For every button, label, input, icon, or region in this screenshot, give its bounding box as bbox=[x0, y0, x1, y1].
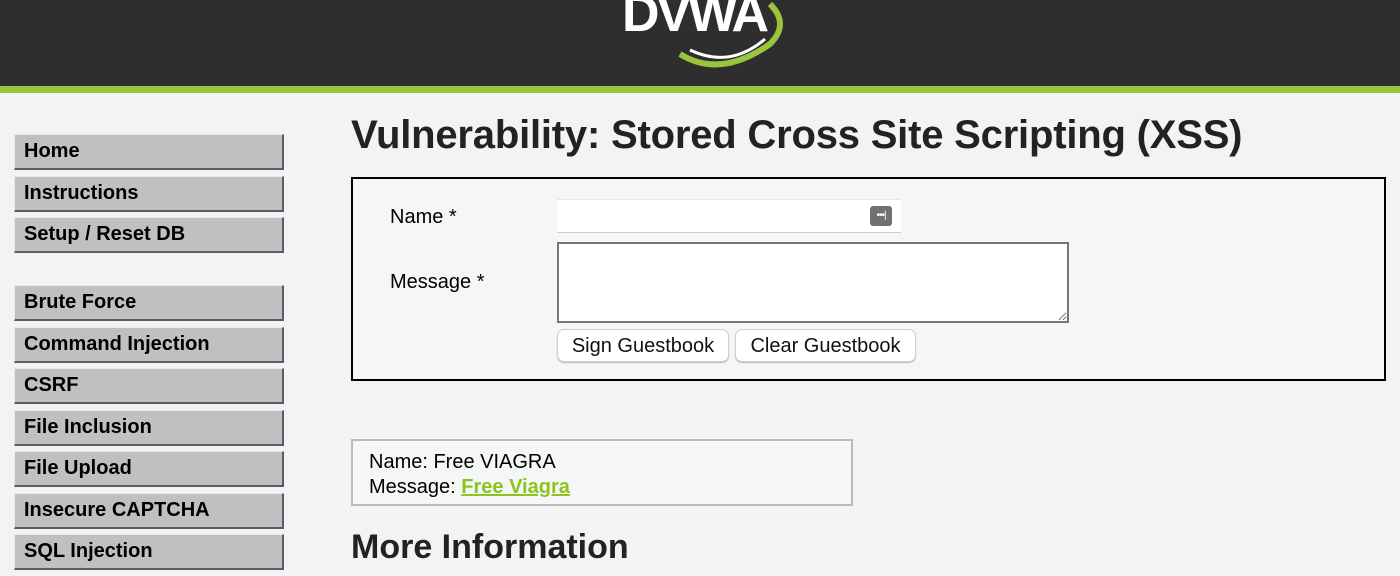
guestbook-form: Name * •••| Message * Sign Guestbook Cle… bbox=[351, 177, 1386, 381]
main-menu: Home Instructions Setup / Reset DB bbox=[14, 134, 284, 259]
page-title: Vulnerability: Stored Cross Site Scripti… bbox=[351, 113, 1243, 157]
clear-guestbook-button[interactable]: Clear Guestbook bbox=[735, 329, 916, 362]
menu-item-setup[interactable]: Setup / Reset DB bbox=[14, 217, 284, 253]
header: DVWA bbox=[0, 0, 1400, 86]
sign-guestbook-button[interactable]: Sign Guestbook bbox=[557, 329, 729, 362]
entry-name: Name: Free VIAGRA bbox=[369, 451, 556, 473]
menu-item-command-injection[interactable]: Command Injection bbox=[14, 326, 284, 363]
guestbook-entry: Name: Free VIAGRA Message: Free Viagra bbox=[351, 439, 853, 506]
name-label: Name * bbox=[390, 206, 457, 228]
password-manager-icon[interactable]: •••| bbox=[870, 206, 892, 226]
message-textarea[interactable] bbox=[557, 242, 1069, 323]
entry-message-prefix: Message: bbox=[369, 476, 462, 498]
menu-item-file-inclusion[interactable]: File Inclusion bbox=[14, 409, 284, 446]
menu-item-insecure-captcha[interactable]: Insecure CAPTCHA bbox=[14, 492, 284, 529]
menu-item-brute-force[interactable]: Brute Force bbox=[14, 285, 284, 321]
name-input[interactable]: •••| bbox=[557, 199, 901, 233]
more-information-heading: More Information bbox=[351, 528, 629, 566]
menu-item-home[interactable]: Home bbox=[14, 134, 284, 170]
menu-item-sql-injection[interactable]: SQL Injection bbox=[14, 534, 284, 570]
logo-text: DVWA bbox=[622, 0, 769, 43]
menu-item-file-upload[interactable]: File Upload bbox=[14, 451, 284, 487]
header-accent-bar bbox=[0, 86, 1400, 93]
vulnerability-menu: Brute Force Command Injection CSRF File … bbox=[14, 285, 284, 576]
menu-item-csrf[interactable]: CSRF bbox=[14, 368, 284, 404]
message-label: Message * bbox=[390, 271, 485, 293]
entry-message-link[interactable]: Free Viagra bbox=[461, 476, 570, 498]
menu-item-instructions[interactable]: Instructions bbox=[14, 175, 284, 212]
entry-message: Message: Free Viagra bbox=[369, 475, 851, 500]
dvwa-logo[interactable]: DVWA bbox=[620, 0, 790, 69]
